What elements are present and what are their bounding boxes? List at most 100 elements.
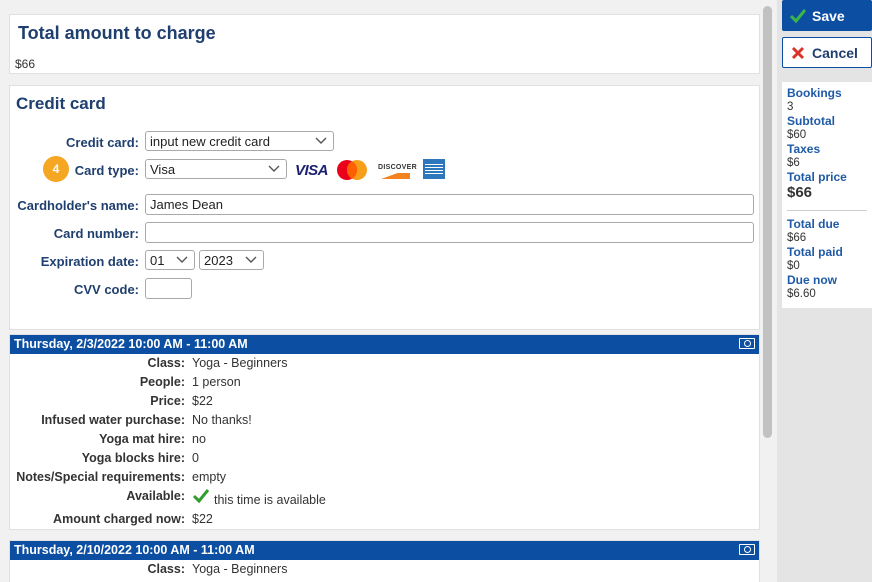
card-type-select-value: Visa (150, 162, 176, 177)
save-label: Save (812, 8, 845, 24)
card-type-label: Card type: (74, 163, 139, 178)
order-summary: Bookings 3 Subtotal $60 Taxes $6 Total p… (782, 82, 872, 308)
vertical-scrollbar[interactable] (760, 0, 777, 582)
cancel-button[interactable]: Cancel (782, 37, 872, 68)
row-value: $22 (192, 394, 213, 408)
chevron-down-icon (315, 137, 327, 144)
summary-divider (787, 210, 867, 211)
mastercard-logo-icon (337, 160, 367, 180)
exp-month-select[interactable]: 01 (145, 250, 195, 270)
table-row: Available: this time is available (10, 487, 759, 510)
table-row: Amount charged now: $22 (10, 510, 759, 529)
card-number-input[interactable] (145, 222, 754, 243)
row-value: Yoga - Beginners (192, 356, 288, 370)
chevron-down-icon (245, 256, 257, 263)
row-key: Notes/Special requirements: (16, 470, 185, 484)
row-value: 1 person (192, 375, 241, 389)
exp-year-select[interactable]: 2023 (199, 250, 264, 270)
table-row: Notes/Special requirements: empty (10, 468, 759, 487)
booking-date: Thursday, 2/3/2022 10:00 AM - 11:00 AM (14, 337, 248, 351)
chevron-down-icon (268, 165, 280, 172)
cardholder-label: Cardholder's name: (17, 198, 139, 213)
table-row: Price: $22 (10, 392, 759, 411)
discover-stripe (378, 173, 410, 179)
card-number-row: Card number: (10, 222, 761, 244)
scrollbar-thumb[interactable] (763, 6, 772, 438)
row-value: no (192, 432, 206, 446)
row-key: Yoga blocks hire: (81, 451, 185, 465)
cancel-label: Cancel (812, 45, 858, 61)
card-type-row: 4 Card type: Visa VISA DISCOVER (10, 156, 761, 182)
total-amount-title: Total amount to charge (18, 23, 216, 43)
table-row: Infused water purchase: No thanks! (10, 411, 759, 430)
checkmark-icon (790, 9, 806, 24)
cash-icon (739, 544, 755, 555)
close-icon (791, 46, 805, 60)
bookings-label: Bookings (787, 86, 842, 100)
checkmark-icon (192, 489, 210, 504)
exp-month-value: 01 (150, 253, 165, 268)
credit-card-label: Credit card: (66, 135, 139, 150)
credit-card-panel: Credit card Credit card: input new credi… (9, 85, 760, 330)
subtotal-value: $60 (787, 129, 807, 141)
subtotal-label: Subtotal (787, 114, 835, 128)
row-key: Price: (150, 394, 185, 408)
credit-card-select[interactable]: input new credit card (145, 131, 334, 151)
step-badge: 4 (43, 156, 69, 182)
cvv-row: CVV code: (10, 278, 761, 300)
total-due-value: $66 (787, 232, 807, 244)
total-paid-value: $0 (787, 260, 800, 272)
row-key: Available: (126, 489, 185, 503)
total-amount-value: $66 (15, 57, 36, 71)
row-value: 0 (192, 451, 199, 465)
taxes-value: $6 (787, 157, 800, 169)
sidebar: Save Cancel Bookings 3 Subtotal $60 Taxe… (777, 0, 872, 582)
row-key: Yoga mat hire: (99, 432, 185, 446)
table-row: Class: Yoga - Beginners (10, 560, 759, 579)
booking-date: Thursday, 2/10/2022 10:00 AM - 11:00 AM (14, 543, 255, 557)
credit-card-title: Credit card (16, 94, 106, 113)
table-row: Yoga mat hire: no (10, 430, 759, 449)
chevron-down-icon (176, 256, 188, 263)
total-price-label: Total price (787, 170, 847, 184)
expiration-row: Expiration date: 01 2023 (10, 250, 761, 272)
taxes-label: Taxes (787, 142, 821, 156)
cardholder-name-input[interactable]: James Dean (145, 194, 754, 215)
row-value: Yoga - Beginners (192, 562, 288, 576)
exp-year-value: 2023 (204, 253, 233, 268)
cash-icon (739, 338, 755, 349)
card-number-label: Card number: (53, 226, 139, 241)
row-value: $22 (192, 512, 213, 526)
credit-card-select-value: input new credit card (150, 134, 270, 149)
row-value: No thanks! (192, 413, 252, 427)
booking-card: Thursday, 2/3/2022 10:00 AM - 11:00 AM C… (9, 334, 760, 530)
row-value: this time is available (214, 493, 326, 507)
visa-logo-icon: VISA (295, 162, 329, 179)
row-key: Infused water purchase: (41, 413, 185, 427)
bookings-value: 3 (787, 101, 794, 113)
booking-header: Thursday, 2/3/2022 10:00 AM - 11:00 AM (10, 335, 759, 354)
table-row: Yoga blocks hire: 0 (10, 449, 759, 468)
booking-header: Thursday, 2/10/2022 10:00 AM - 11:00 AM (10, 541, 759, 560)
booking-card: Thursday, 2/10/2022 10:00 AM - 11:00 AM … (9, 540, 760, 582)
cvv-input[interactable] (145, 278, 192, 299)
expiration-label: Expiration date: (40, 254, 139, 269)
table-row: People: 1 person (10, 373, 759, 392)
main-content: Total amount to charge $66 Credit card C… (0, 0, 760, 582)
discover-logo-icon: DISCOVER (378, 164, 417, 171)
row-key: Class: (147, 562, 185, 576)
amex-logo-icon (423, 159, 445, 179)
due-now-value: $6.60 (787, 288, 816, 300)
table-row: Class: Yoga - Beginners (10, 354, 759, 373)
credit-card-row: Credit card: input new credit card (10, 131, 761, 153)
total-price-value: $66 (787, 184, 813, 201)
card-type-select[interactable]: Visa (145, 159, 287, 179)
cardholder-row: Cardholder's name: James Dean (10, 194, 761, 216)
total-amount-panel: Total amount to charge $66 (9, 14, 760, 74)
save-button[interactable]: Save (782, 0, 872, 31)
row-key: Amount charged now: (53, 512, 185, 526)
due-now-label: Due now (787, 273, 837, 287)
total-paid-label: Total paid (787, 245, 843, 259)
cvv-label: CVV code: (73, 282, 139, 297)
row-key: Class: (147, 356, 185, 370)
